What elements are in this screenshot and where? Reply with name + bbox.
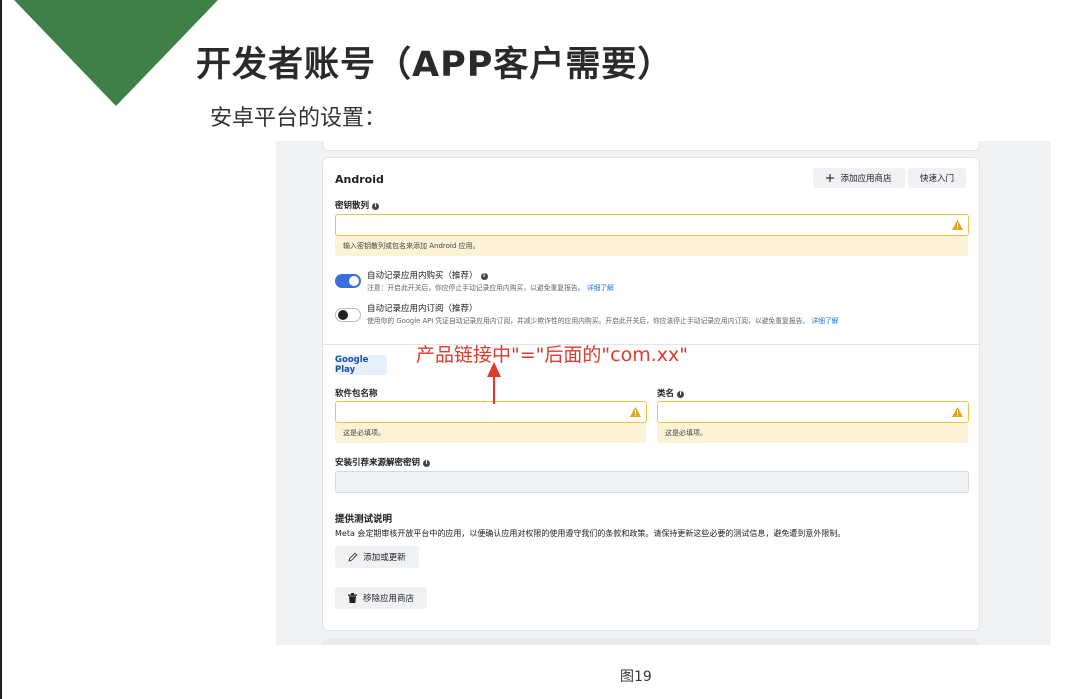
previous-card: [322, 141, 980, 151]
auto-log-purchases-text: 自动记录应用内购买（推荐）: [367, 271, 478, 281]
decorative-triangle: [14, 0, 218, 106]
learn-more-link[interactable]: 详细了解: [811, 317, 838, 325]
auto-log-purchases-label: 自动记录应用内购买（推荐） i: [367, 269, 488, 281]
pencil-icon: [348, 552, 358, 562]
package-name-label: 软件包名称: [335, 389, 378, 399]
info-icon: i: [480, 273, 488, 280]
auto-log-subscriptions-desc-text: 使用你的 Google API 凭证自动记录应用内订阅，并减少欺诈性的应用内购买…: [367, 317, 810, 325]
annotation-text: 产品链接中"="后面的"com.xx": [416, 344, 688, 366]
quick-start-label: 快速入门: [919, 174, 954, 184]
slide-left-border: [0, 0, 2, 699]
learn-more-link[interactable]: 详细了解: [587, 284, 614, 292]
info-icon: i: [423, 460, 431, 467]
warning-icon: [630, 407, 641, 417]
annotation-arrow: [487, 362, 501, 404]
auto-log-subscriptions-label: 自动记录应用内订阅（推荐）: [367, 304, 478, 314]
add-or-update-label: 添加或更新: [363, 553, 406, 563]
key-hash-label-text: 密钥散列: [335, 201, 370, 211]
next-card: [322, 639, 978, 645]
figure-caption: 图19: [620, 669, 652, 685]
auto-log-purchases-desc-text: 注意：开启此开关后，你应停止手动记录应用内购买，以避免重复报告。: [367, 284, 585, 292]
add-or-update-button[interactable]: 添加或更新: [335, 546, 419, 568]
install-referrer-label: 安装引荐来源解密密钥 i: [335, 456, 431, 468]
android-title: Android: [335, 173, 384, 186]
auto-log-purchases-desc: 注意：开启此开关后，你应停止手动记录应用内购买，以避免重复报告。 详细了解: [367, 282, 614, 292]
key-hash-input[interactable]: [335, 214, 969, 236]
quick-start-button[interactable]: 快速入门: [908, 168, 966, 188]
auto-log-purchases-toggle[interactable]: [335, 274, 361, 288]
add-app-store-button[interactable]: 添加应用商店: [813, 168, 905, 188]
trash-icon: [347, 593, 357, 603]
testing-desc: Meta 会定期审核开放平台中的应用，以便确认应用对权限的使用遵守我们的条款和政…: [335, 529, 846, 538]
add-app-store-label: 添加应用商店: [840, 174, 892, 184]
remove-app-store-label: 移除应用商店: [362, 594, 414, 604]
warning-icon: [952, 220, 963, 230]
auto-log-subscriptions-toggle[interactable]: [335, 308, 361, 322]
install-referrer-label-text: 安装引荐来源解密密钥: [335, 458, 421, 468]
screenshot-panel: Android 添加应用商店 快速入门 密钥散列 i 输入密钥散列或包名来添加 A…: [276, 141, 1051, 645]
google-play-tag: Google Play: [335, 355, 387, 375]
testing-title: 提供测试说明: [335, 514, 393, 525]
android-settings-card: Android 添加应用商店 快速入门 密钥散列 i 输入密钥散列或包名来添加 A…: [322, 157, 980, 631]
auto-log-subscriptions-desc: 使用你的 Google API 凭证自动记录应用内订阅，并减少欺诈性的应用内购买…: [367, 315, 839, 325]
warning-icon: [952, 407, 963, 417]
info-icon: i: [677, 391, 685, 398]
key-hash-warning: 输入密钥散列或包名来添加 Android 应用。: [335, 236, 968, 256]
info-icon: i: [372, 203, 380, 210]
slide-title: 开发者账号（APP客户需要）: [196, 45, 674, 85]
package-name-warning: 这是必填项。: [335, 423, 646, 443]
class-name-warning: 这是必填项。: [657, 423, 968, 443]
class-name-input[interactable]: [657, 401, 969, 423]
install-referrer-input[interactable]: [335, 471, 969, 493]
plus-icon: [826, 174, 835, 182]
remove-app-store-button[interactable]: 移除应用商店: [335, 587, 427, 609]
slide-subtitle: 安卓平台的设置：: [210, 106, 387, 131]
key-hash-label: 密钥散列 i: [335, 199, 380, 211]
class-name-label-text: 类名: [657, 389, 675, 399]
class-name-label: 类名 i: [657, 387, 685, 399]
